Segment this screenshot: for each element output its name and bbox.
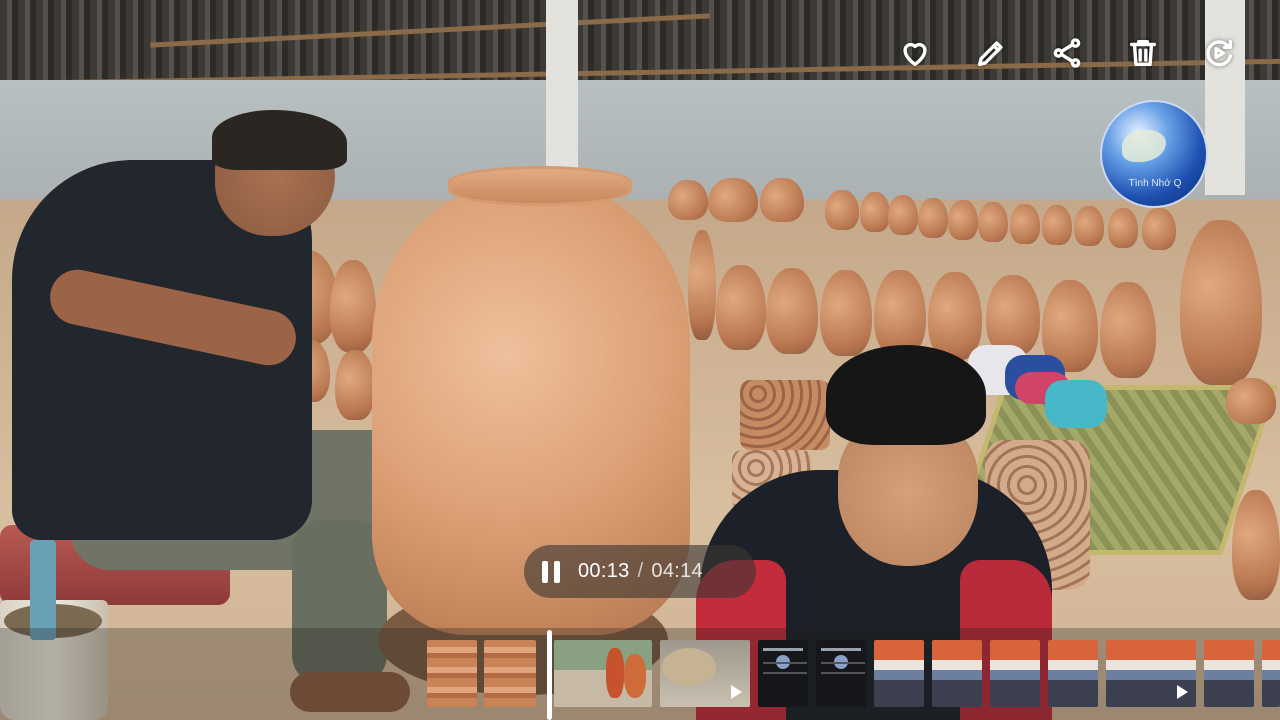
bucket-stick <box>30 540 56 640</box>
timeline-thumbnail[interactable] <box>660 640 750 707</box>
timeline-thumbnail[interactable] <box>1204 640 1254 707</box>
pause-icon <box>542 560 548 583</box>
pause-button[interactable] <box>524 545 578 598</box>
share-button[interactable] <box>1046 32 1088 74</box>
vase-rim <box>448 166 632 206</box>
clay-pot <box>820 270 872 356</box>
timeline-thumbnail[interactable] <box>1048 640 1098 707</box>
clay-pot <box>1108 208 1138 248</box>
clay-pot <box>1232 490 1280 600</box>
share-icon <box>1053 38 1081 68</box>
clay-pot <box>688 230 716 340</box>
video-play-icon <box>1177 685 1188 699</box>
bowl-thumb-shape <box>662 648 716 686</box>
pillar <box>1205 0 1245 195</box>
timeline-thumbnail[interactable] <box>554 640 652 707</box>
video-frame: Tình Nhớ Q <box>0 0 1280 720</box>
edit-button[interactable] <box>970 32 1012 74</box>
clay-pot <box>716 265 766 350</box>
delete-button[interactable] <box>1122 32 1164 74</box>
timeline-thumbnail[interactable] <box>932 640 982 707</box>
timeline-thumbnail[interactable] <box>1262 640 1280 707</box>
timeline-thumbnail[interactable] <box>874 640 924 707</box>
vase-thumb-shape <box>624 654 646 698</box>
pencil-icon <box>977 41 1003 67</box>
clay-pot <box>1074 206 1104 246</box>
clay-pot <box>948 200 978 240</box>
clay-pot <box>986 275 1040 355</box>
clay-pot <box>1180 220 1262 385</box>
clay-pot <box>1142 208 1176 250</box>
clay-pot <box>928 272 982 360</box>
timeline-thumbnail[interactable] <box>990 640 1040 707</box>
timeline-thumbnail[interactable] <box>484 640 536 707</box>
vase-thumb-shape <box>606 648 624 698</box>
clay-pot <box>825 190 859 230</box>
timeline-thumbnail[interactable] <box>1106 640 1196 707</box>
heart-icon <box>903 42 927 67</box>
trash-icon <box>1129 39 1157 67</box>
timeline-thumbnail[interactable] <box>758 640 808 707</box>
clay-pot <box>668 180 708 220</box>
video-remaster-icon <box>1206 39 1233 67</box>
pillar <box>546 0 578 170</box>
clay-pot <box>978 202 1008 242</box>
top-action-bar <box>894 32 1240 74</box>
remaster-button[interactable] <box>1198 32 1240 74</box>
clay-pot <box>1042 205 1072 245</box>
video-play-icon <box>731 685 742 699</box>
clay-pot <box>1010 204 1040 244</box>
pause-icon <box>554 560 560 583</box>
timeline-thumbnail[interactable] <box>427 640 477 707</box>
clay-pot <box>330 260 376 352</box>
clay-pot <box>708 178 758 222</box>
clay-pot <box>860 192 890 232</box>
watermark-text: Tình Nhớ Q <box>1128 178 1182 189</box>
clay-cups <box>740 380 830 450</box>
timeline-playhead[interactable] <box>547 630 552 720</box>
playback-controls: 00:13 / 04:14 <box>524 545 756 598</box>
clay-pot <box>874 270 926 356</box>
clay-pot <box>335 350 375 420</box>
clay-pot <box>918 198 948 238</box>
total-time: 04:14 <box>651 560 703 582</box>
clay-pot <box>766 268 818 354</box>
timeline-thumbnail[interactable] <box>816 640 866 707</box>
time-separator: / <box>637 560 644 582</box>
clay-pot <box>1100 282 1156 378</box>
time-display: 00:13 / 04:14 <box>578 560 703 583</box>
clay-pot <box>760 178 804 222</box>
man-hair <box>826 345 986 445</box>
clay-pot <box>1226 378 1276 424</box>
clay-pot <box>888 195 918 235</box>
current-time: 00:13 <box>578 560 630 582</box>
cloth <box>1045 380 1107 428</box>
favorite-button[interactable] <box>894 32 936 74</box>
